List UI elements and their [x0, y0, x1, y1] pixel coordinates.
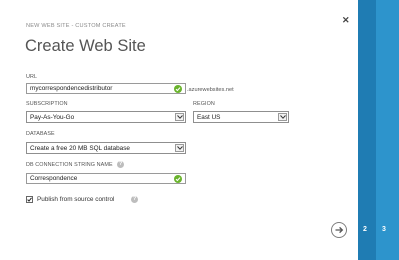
url-label: URL [26, 74, 38, 80]
subscription-select[interactable]: Pay-As-You-Go [26, 111, 186, 123]
chevron-down-icon [175, 144, 184, 152]
subscription-label: SUBSCRIPTION [26, 101, 68, 107]
url-input[interactable]: mycorrespondencedistributor [26, 83, 186, 94]
check-circle-icon [174, 85, 182, 93]
region-label: REGION [193, 101, 215, 107]
db-connection-input[interactable]: Correspondence [26, 173, 186, 184]
wizard-breadcrumb: NEW WEB SITE - CUSTOM CREATE [26, 23, 126, 29]
db-connection-input-value: Correspondence [30, 175, 78, 182]
database-select[interactable]: Create a free 20 MB SQL database [26, 142, 186, 154]
db-connection-label: DB CONNECTION STRING NAME [26, 162, 113, 168]
database-select-value: Create a free 20 MB SQL database [30, 145, 130, 152]
step-rail [376, 0, 399, 260]
arrow-right-icon [335, 226, 344, 234]
region-select[interactable]: East US [193, 111, 289, 123]
url-suffix: .azurewebsites.net [187, 87, 234, 93]
subscription-select-value: Pay-As-You-Go [30, 114, 75, 121]
chevron-down-icon [175, 113, 184, 121]
url-input-value: mycorrespondencedistributor [30, 85, 113, 92]
step-3-indicator[interactable]: 3 [382, 226, 386, 233]
publish-label: Publish from source control [37, 196, 115, 203]
publish-checkbox[interactable] [26, 196, 33, 203]
help-icon[interactable]: ? [117, 161, 124, 168]
check-circle-icon [174, 175, 182, 183]
step-2-indicator[interactable]: 2 [363, 226, 367, 233]
step-rail-current [358, 0, 376, 260]
chevron-down-icon [278, 113, 287, 121]
create-web-site-wizard: NEW WEB SITE - CUSTOM CREATE Create Web … [0, 0, 358, 260]
help-icon[interactable]: ? [131, 196, 138, 203]
next-button[interactable] [331, 222, 347, 238]
page-title: Create Web Site [25, 37, 146, 55]
database-label: DATABASE [26, 131, 55, 137]
region-select-value: East US [197, 114, 221, 121]
close-icon[interactable]: ✕ [342, 15, 350, 26]
